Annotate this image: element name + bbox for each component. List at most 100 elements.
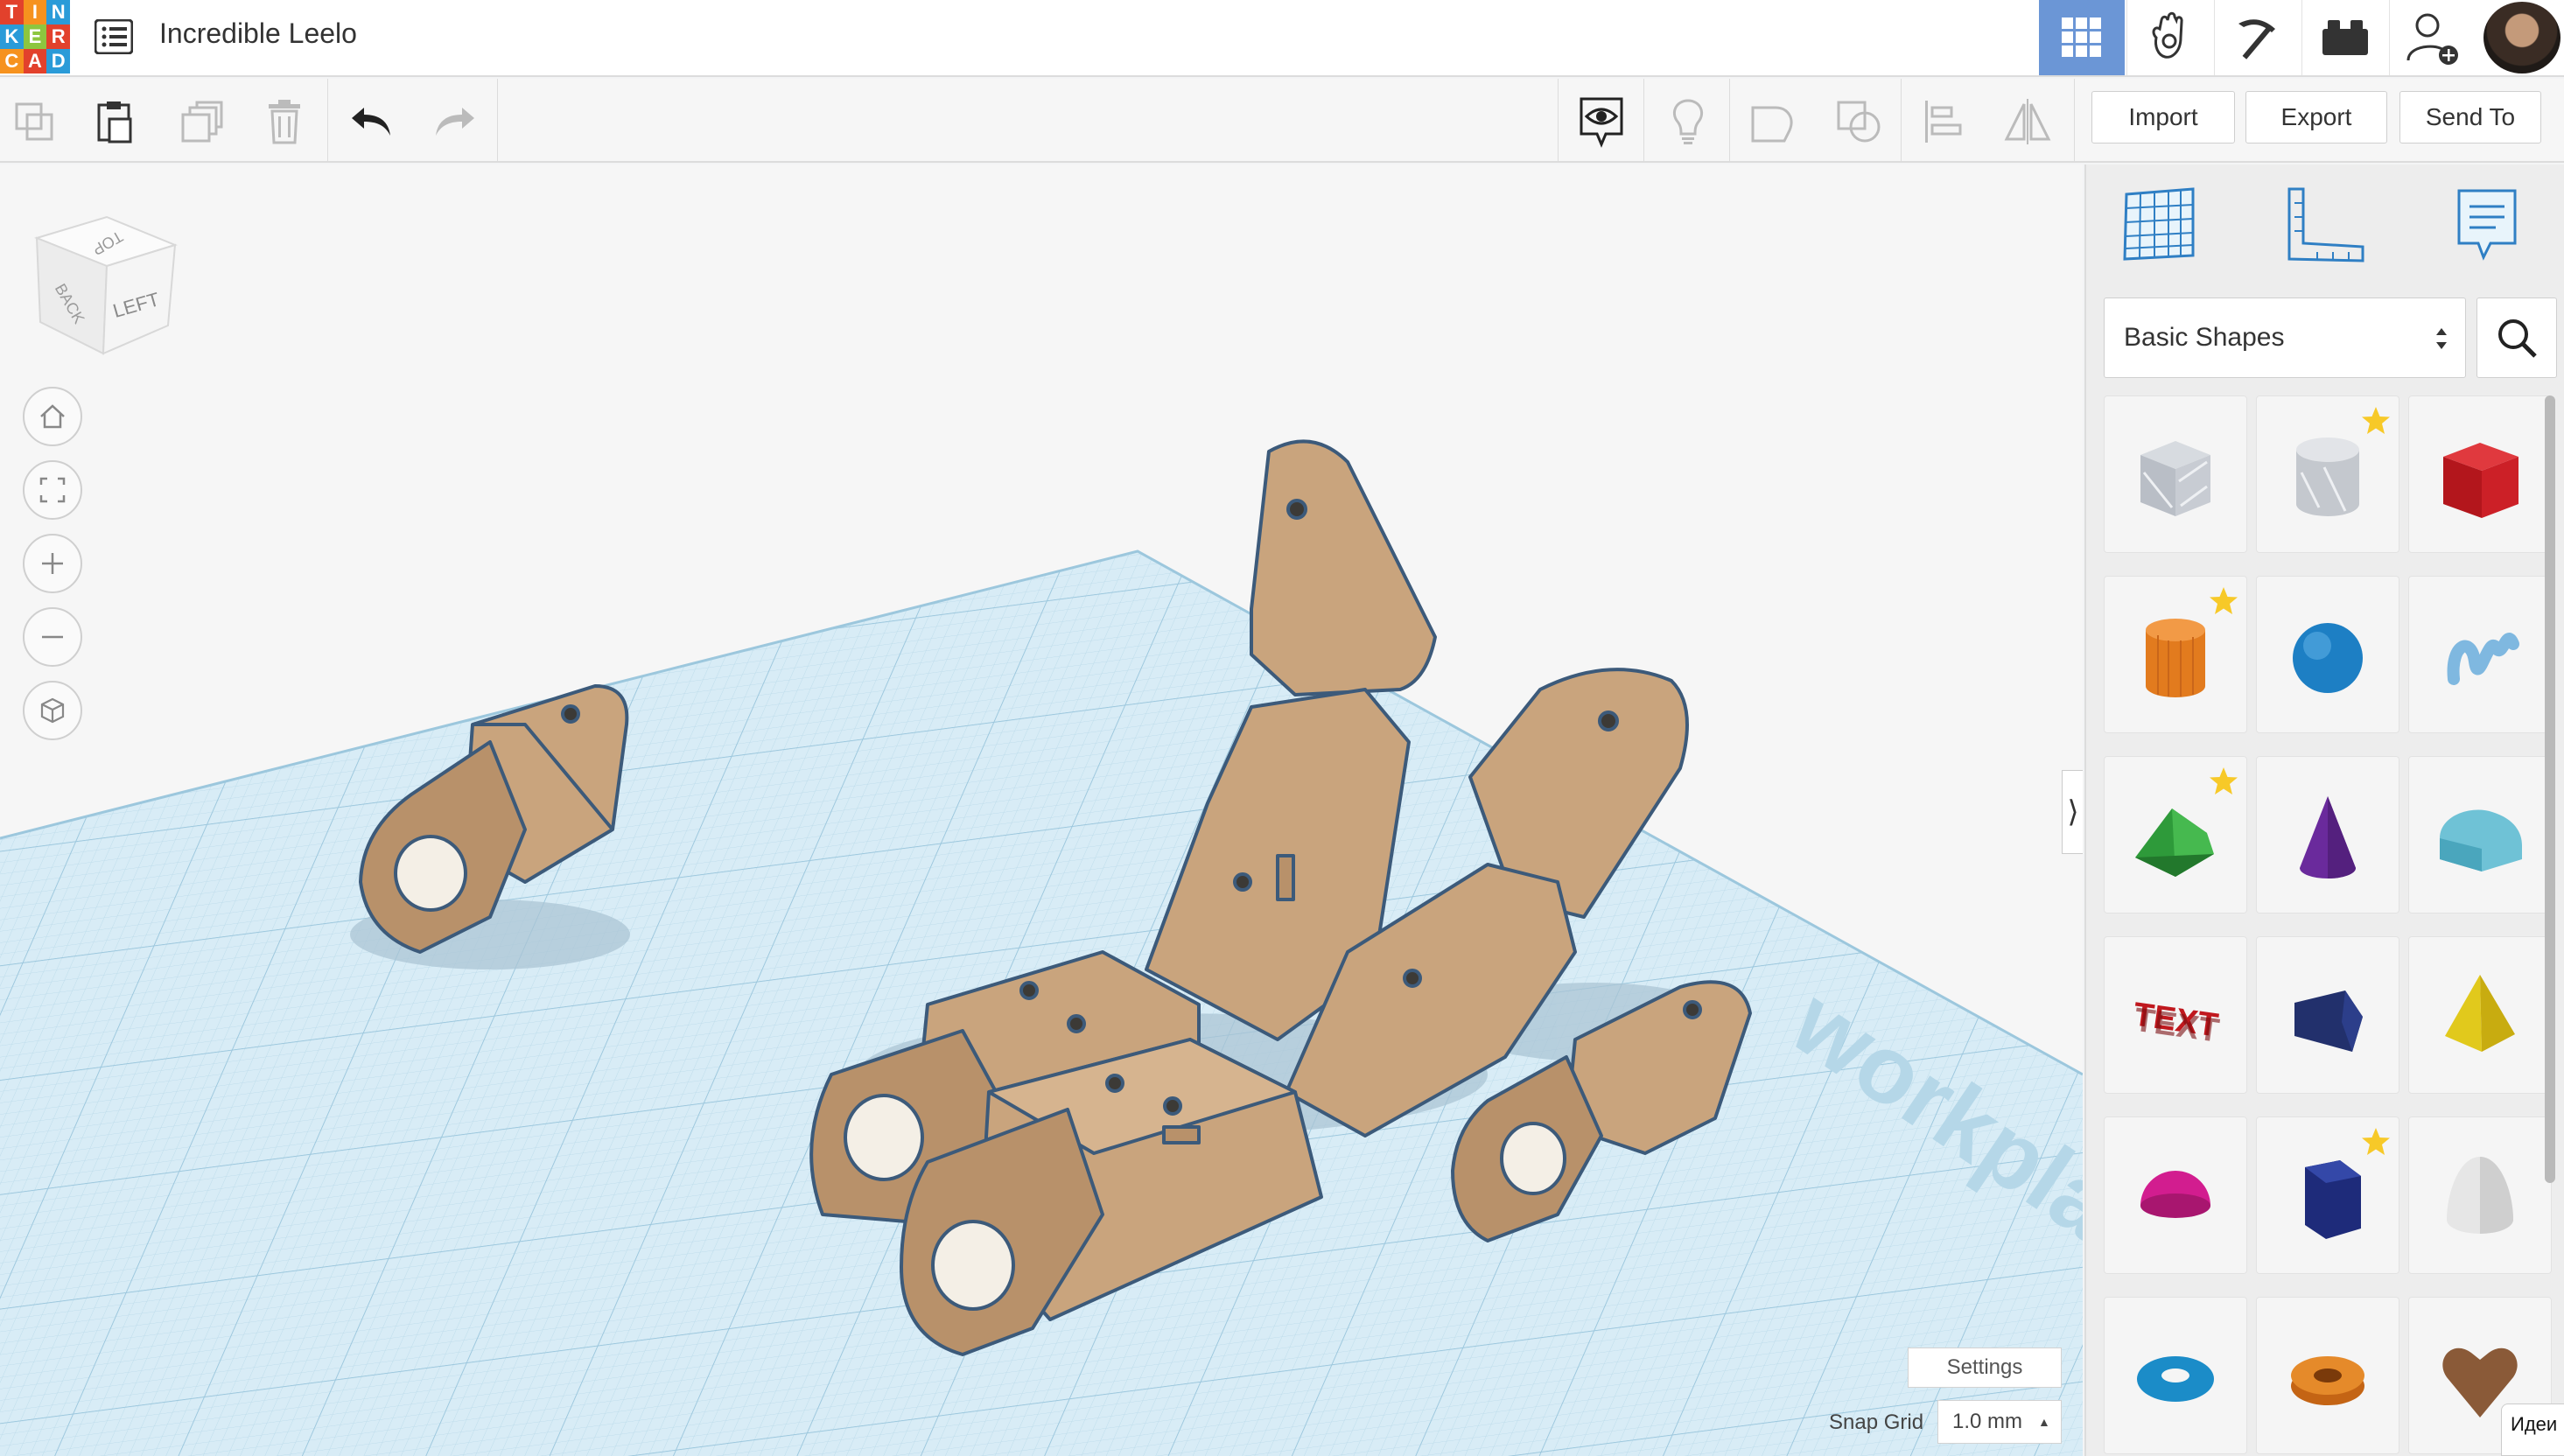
snap-grid-label: Snap Grid <box>1829 1410 1924 1434</box>
eye-bubble-icon <box>1580 97 1623 148</box>
circuits-tab[interactable] <box>2126 0 2212 75</box>
fit-view-button[interactable] <box>23 460 82 520</box>
shape-tile-box-hole[interactable] <box>2104 396 2247 553</box>
group-button[interactable] <box>1743 91 1804 152</box>
fit-all-icon <box>39 477 66 503</box>
shape-tile-pyramid[interactable] <box>2408 936 2552 1094</box>
copy-button[interactable] <box>4 91 65 152</box>
copy-icon <box>15 102 53 141</box>
shape-tile-sphere[interactable] <box>2256 576 2399 733</box>
favorite-star-icon <box>2208 585 2239 621</box>
tinkercad-logo[interactable]: TINKERCAD <box>0 0 70 74</box>
redo-button[interactable] <box>424 91 485 152</box>
half-sphere-shape-icon <box>2140 1171 2210 1218</box>
mirror-icon <box>2004 99 2051 144</box>
document-title[interactable]: Incredible Leelo <box>159 18 357 50</box>
shape-tile-cone[interactable] <box>2256 756 2399 914</box>
show-all-button[interactable] <box>1571 91 1632 152</box>
shape-tile-torus[interactable] <box>2104 1297 2247 1454</box>
design-menu-button[interactable] <box>93 16 135 58</box>
lego-tab[interactable] <box>2301 0 2387 75</box>
wedge-shape-icon <box>2294 990 2363 1052</box>
minus-icon <box>42 635 63 639</box>
duplicate-icon <box>181 101 223 143</box>
settings-button[interactable]: Settings <box>1908 1348 2062 1388</box>
grid-icon <box>2062 18 2101 57</box>
logo-letter: E <box>23 24 47 49</box>
import-button[interactable]: Import <box>2091 91 2235 144</box>
updown-arrows-icon <box>2436 328 2447 349</box>
caret-up-icon: ▲ <box>2038 1415 2050 1429</box>
delete-button[interactable] <box>254 91 315 152</box>
group-icon <box>1751 106 1793 143</box>
paraboloid-shape-icon <box>2447 1157 2513 1234</box>
search-icon <box>2498 319 2537 358</box>
snap-grid-select[interactable]: 1.0 mm ▲ <box>1937 1400 2062 1444</box>
shape-tile-round-roof[interactable] <box>2408 756 2552 914</box>
workplane-grid-icon <box>2123 187 2195 261</box>
text-shape-icon: TEXTTEXT <box>2131 996 2221 1049</box>
box-shape-icon <box>2443 443 2518 518</box>
send-to-button[interactable]: Send To <box>2399 91 2541 144</box>
redo-icon <box>436 108 474 136</box>
paste-button[interactable] <box>84 91 145 152</box>
favorite-star-icon <box>2360 405 2392 441</box>
torus-shape-icon <box>2137 1356 2214 1402</box>
shape-tile-half-sphere[interactable] <box>2104 1116 2247 1274</box>
shape-tile-scribble[interactable] <box>2408 576 2552 733</box>
view-cube[interactable]: TOP BACK LEFT <box>28 203 186 360</box>
3d-workplane-viewport[interactable]: workplan TOP BACK LEFT Settings Snap Gri… <box>0 164 2083 1456</box>
invite-user-button[interactable] <box>2389 0 2475 75</box>
notes-button[interactable] <box>1657 91 1719 152</box>
zoom-in-button[interactable] <box>23 534 82 593</box>
workplane-tool-button[interactable] <box>2121 186 2200 264</box>
shape-tile-text[interactable]: TEXT TEXT <box>2104 936 2247 1094</box>
ruler-icon <box>2287 187 2364 262</box>
panel-scrollbar[interactable] <box>2545 396 2555 1183</box>
align-icon <box>1925 101 1962 143</box>
view-cube-icon: TOP BACK LEFT <box>33 215 178 355</box>
plus-icon <box>42 553 63 574</box>
logo-letter: K <box>0 24 24 49</box>
workplane-scene[interactable]: workplan <box>0 164 2083 1456</box>
cube-icon <box>40 697 65 724</box>
notes-tool-button[interactable] <box>2454 186 2524 264</box>
zoom-out-button[interactable] <box>23 607 82 667</box>
ideas-chat-button[interactable]: Идеи <box>2501 1404 2564 1456</box>
shape-tile-tube[interactable] <box>2256 1297 2399 1454</box>
scribble-shape-icon <box>2447 633 2519 685</box>
clipboard-icon <box>97 102 132 144</box>
ruler-tool-button[interactable] <box>2282 186 2370 264</box>
collapse-panel-button[interactable]: ⟩ <box>2062 770 2083 854</box>
minecraft-tab[interactable] <box>2214 0 2300 75</box>
shape-tile-roof[interactable] <box>2104 756 2247 914</box>
user-avatar[interactable] <box>2483 2 2560 74</box>
tube-shape-icon <box>2291 1356 2364 1405</box>
lightbulb-icon <box>1673 99 1703 144</box>
shape-tile-cylinder-hole[interactable] <box>2256 396 2399 553</box>
shape-search-button[interactable] <box>2476 298 2557 378</box>
duplicate-button[interactable] <box>172 91 233 152</box>
home-icon <box>40 404 65 429</box>
shape-category-value: Basic Shapes <box>2124 323 2285 352</box>
3d-design-tab[interactable] <box>2039 0 2125 75</box>
undo-button[interactable] <box>341 91 403 152</box>
perspective-button[interactable] <box>23 681 82 740</box>
logo-letter: D <box>46 49 70 74</box>
shape-tile-box[interactable] <box>2408 396 2552 553</box>
mirror-button[interactable] <box>1997 91 2058 152</box>
logo-letter: C <box>0 49 24 74</box>
shape-tile-polygon[interactable] <box>2256 1116 2399 1274</box>
shape-tile-wedge[interactable] <box>2256 936 2399 1094</box>
cone-shape-icon <box>2300 796 2356 878</box>
ungroup-button[interactable] <box>1829 91 1890 152</box>
trash-icon <box>269 100 300 144</box>
export-button[interactable]: Export <box>2245 91 2387 144</box>
shape-tile-cylinder[interactable] <box>2104 576 2247 733</box>
shape-tile-paraboloid[interactable] <box>2408 1116 2552 1274</box>
pyramid-shape-icon <box>2445 975 2515 1052</box>
align-button[interactable] <box>1913 91 1974 152</box>
home-view-button[interactable] <box>23 387 82 446</box>
shape-category-select[interactable]: Basic Shapes <box>2104 298 2466 378</box>
favorite-star-icon <box>2360 1126 2392 1162</box>
